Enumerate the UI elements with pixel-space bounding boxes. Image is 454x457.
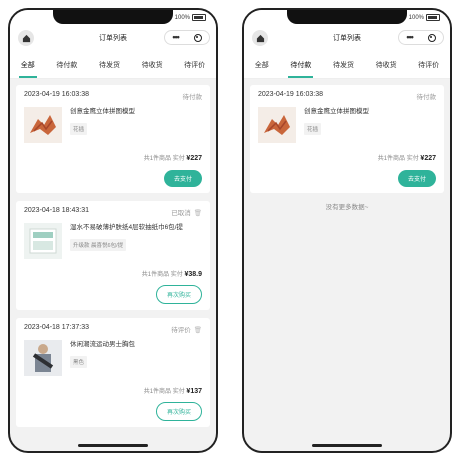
tab-pending-shipment[interactable]: 待发货 xyxy=(331,60,356,70)
product-image xyxy=(24,223,62,259)
more-icon[interactable]: ••• xyxy=(172,33,180,42)
paid-amount: ¥227 xyxy=(420,155,436,162)
paid-label: 实付 xyxy=(172,389,185,395)
battery-indicator: 100% xyxy=(175,14,206,21)
nav-bar: 订单列表 ••• xyxy=(10,24,216,52)
mini-program-capsule: ••• xyxy=(164,30,210,45)
close-miniprogram-icon[interactable] xyxy=(427,33,436,42)
phone-screen-pending-payment: 100% 订单列表 ••• 全部 待付款 待发货 待收货 待评价 2023-04… xyxy=(242,8,452,453)
home-button[interactable] xyxy=(18,30,34,46)
order-list: 2023-04-19 16:03:38 待付款 创意金鹰立体拼图模型 花插 共1… xyxy=(244,79,450,211)
order-total: 共1件商品 实付 ¥227 xyxy=(258,153,436,162)
tab-pending-review[interactable]: 待评价 xyxy=(416,60,441,70)
product-image xyxy=(24,340,62,376)
notch xyxy=(53,10,173,24)
order-time: 2023-04-18 18:43:31 xyxy=(24,207,89,214)
home-icon xyxy=(256,34,264,42)
page-title: 订单列表 xyxy=(333,35,361,42)
product-name: 创意金鹰立体拼图模型 xyxy=(304,108,369,115)
tab-pending-payment[interactable]: 待付款 xyxy=(288,60,314,78)
battery-text: 100% xyxy=(408,14,424,21)
order-card[interactable]: 2023-04-18 17:37:33 待评价 🗑 休闲潮流运动男士胸包 黑色 … xyxy=(16,318,210,427)
battery-icon xyxy=(426,14,440,21)
order-card[interactable]: 2023-04-19 16:03:38 待付款 创意金鹰立体拼图模型 花插 共1… xyxy=(250,85,444,193)
paid-amount: ¥137 xyxy=(186,388,202,395)
notch xyxy=(287,10,407,24)
delete-icon[interactable]: 🗑 xyxy=(194,327,202,334)
order-status: 已取消 xyxy=(171,210,191,217)
page-title: 订单列表 xyxy=(99,35,127,42)
paid-amount: ¥38.9 xyxy=(184,271,202,278)
tab-all[interactable]: 全部 xyxy=(18,60,37,78)
home-button[interactable] xyxy=(252,30,268,46)
order-status: 待付款 xyxy=(416,94,437,101)
nav-bar: 订单列表 ••• xyxy=(244,24,450,52)
mini-program-capsule: ••• xyxy=(398,30,444,45)
order-time: 2023-04-19 16:03:38 xyxy=(258,91,323,98)
product-sku: 升级款 晨喜悦6包/提 xyxy=(70,239,127,251)
product-sku: 花插 xyxy=(70,123,88,135)
order-status-group: 已取消 🗑 xyxy=(171,207,202,217)
tab-pending-shipment[interactable]: 待发货 xyxy=(97,60,122,70)
tab-pending-receipt[interactable]: 待收货 xyxy=(374,60,399,70)
tab-pending-receipt[interactable]: 待收货 xyxy=(140,60,165,70)
order-total: 共1件商品 实付 ¥137 xyxy=(24,386,202,395)
tab-pending-payment[interactable]: 待付款 xyxy=(54,60,79,70)
item-count: 共1件商品 xyxy=(141,272,170,278)
order-time: 2023-04-19 16:03:38 xyxy=(24,91,89,98)
close-miniprogram-icon[interactable] xyxy=(193,33,202,42)
pay-button[interactable]: 去支付 xyxy=(397,170,436,187)
order-card[interactable]: 2023-04-18 18:43:31 已取消 🗑 湿水不易破薄护肤纸4层软抽纸巾… xyxy=(16,201,210,310)
order-tabs: 全部 待付款 待发货 待收货 待评价 xyxy=(244,52,450,79)
order-status-group: 待评价 🗑 xyxy=(171,324,202,334)
order-list: 2023-04-19 16:03:38 待付款 创意金鹰立体拼图模型 花插 共1… xyxy=(10,79,216,427)
item-count: 共1件商品 xyxy=(377,156,406,162)
product-sku: 花插 xyxy=(304,123,322,135)
buy-again-button[interactable]: 再次购买 xyxy=(155,402,202,421)
no-more-data-text: 没有更多数据~ xyxy=(325,204,369,211)
battery-icon xyxy=(192,14,206,21)
home-indicator xyxy=(78,444,148,447)
order-total: 共1件商品 实付 ¥38.9 xyxy=(24,269,202,278)
order-status: 待付款 xyxy=(182,94,203,101)
tab-all[interactable]: 全部 xyxy=(253,60,271,70)
order-time: 2023-04-18 17:37:33 xyxy=(24,324,89,331)
paid-amount: ¥227 xyxy=(186,155,202,162)
home-icon xyxy=(22,34,30,42)
product-image xyxy=(258,107,296,143)
battery-indicator: 100% xyxy=(409,14,440,21)
item-count: 共1件商品 xyxy=(143,156,172,162)
tab-pending-review[interactable]: 待评价 xyxy=(182,60,207,70)
product-name: 创意金鹰立体拼图模型 xyxy=(70,108,135,115)
more-icon[interactable]: ••• xyxy=(406,33,414,42)
order-total: 共1件商品 实付 ¥227 xyxy=(24,153,202,162)
product-sku: 黑色 xyxy=(70,356,88,368)
order-tabs: 全部 待付款 待发货 待收货 待评价 xyxy=(10,52,216,79)
delete-icon[interactable]: 🗑 xyxy=(194,210,202,217)
phone-screen-all-orders: 100% 订单列表 ••• 全部 待付款 待发货 待收货 待评价 2023-04… xyxy=(8,8,218,453)
pay-button[interactable]: 去支付 xyxy=(163,170,202,187)
paid-label: 实付 xyxy=(406,156,419,162)
order-status: 待评价 xyxy=(171,327,191,334)
order-card[interactable]: 2023-04-19 16:03:38 待付款 创意金鹰立体拼图模型 花插 共1… xyxy=(16,85,210,193)
buy-again-button[interactable]: 再次购买 xyxy=(155,285,202,304)
product-name: 休闲潮流运动男士胸包 xyxy=(70,341,135,348)
product-name: 湿水不易破薄护肤纸4层软抽纸巾6包/提 xyxy=(70,224,184,231)
item-count: 共1件商品 xyxy=(143,389,172,395)
paid-label: 实付 xyxy=(170,272,183,278)
product-image xyxy=(24,107,62,143)
battery-text: 100% xyxy=(174,14,190,21)
home-indicator xyxy=(312,444,382,447)
paid-label: 实付 xyxy=(172,156,185,162)
